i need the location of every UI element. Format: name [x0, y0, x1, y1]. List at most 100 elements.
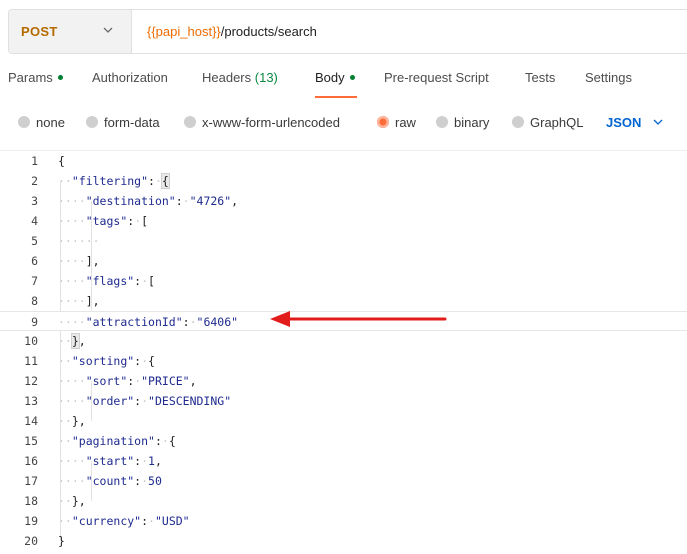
tab-authorization-label: Authorization — [92, 70, 168, 85]
line-number: 12 — [24, 374, 38, 388]
chevron-down-icon — [103, 27, 113, 33]
tab-pre-request-script[interactable]: Pre-request Script — [384, 70, 489, 100]
tab-headers-count: (13) — [254, 70, 278, 85]
method-selector[interactable]: POST — [9, 10, 132, 53]
code-text: ····"destination":·"4726", — [58, 194, 239, 208]
code-line: 10 ··}, — [0, 331, 687, 351]
line-number: 19 — [24, 514, 38, 528]
tab-params-label: Params — [8, 70, 53, 85]
radio-form-data[interactable]: form-data — [86, 112, 160, 132]
code-line: 14 ··}, — [0, 411, 687, 431]
tab-params[interactable]: Params — [8, 70, 63, 100]
code-line: 5 ······ — [0, 231, 687, 251]
radio-binary[interactable]: binary — [436, 112, 489, 132]
radio-circle-selected — [377, 116, 389, 128]
tab-pre-request-script-label: Pre-request Script — [384, 70, 489, 85]
request-url-bar: POST {{papi_host}}/products/search — [8, 9, 687, 54]
line-number: 8 — [31, 294, 38, 308]
radio-raw[interactable]: raw — [377, 112, 416, 132]
line-number: 16 — [24, 454, 38, 468]
line-number: 6 — [31, 254, 38, 268]
chevron-down-icon — [653, 119, 663, 125]
code-text: ··"pagination":·{ — [58, 434, 176, 448]
line-number: 5 — [31, 234, 38, 248]
tab-tests[interactable]: Tests — [525, 70, 555, 100]
code-line: 6 ····], — [0, 251, 687, 271]
code-line: 13 ····"order":·"DESCENDING" — [0, 391, 687, 411]
radio-circle — [436, 116, 448, 128]
line-number: 15 — [24, 434, 38, 448]
code-text: ····"sort":·"PRICE", — [58, 374, 197, 388]
code-line: 2 ··"filtering":·{ — [0, 171, 687, 191]
url-host-variable: {{papi_host}} — [147, 24, 221, 39]
line-number: 18 — [24, 494, 38, 508]
radio-x-www-form-urlencoded[interactable]: x-www-form-urlencoded — [184, 112, 340, 132]
code-line: 17 ····"count":·50 — [0, 471, 687, 491]
line-number: 10 — [24, 334, 38, 348]
code-text: ··"currency":·"USD" — [58, 514, 190, 528]
tab-headers-label: Headers — [202, 70, 252, 85]
line-number: 11 — [24, 354, 38, 368]
radio-circle — [512, 116, 524, 128]
radio-circle — [184, 116, 196, 128]
code-editor[interactable]: 1{ 2 ··"filtering":·{ 3 ····"destination":… — [0, 151, 687, 554]
line-number: 20 — [24, 534, 38, 548]
body-type-options: none form-data x-www-form-urlencoded raw… — [0, 112, 687, 132]
url-input[interactable]: {{papi_host}}/products/search — [147, 24, 317, 39]
radio-graphql[interactable]: GraphQL — [512, 112, 583, 132]
code-line: 11 ··"sorting":·{ — [0, 351, 687, 371]
line-number: 2 — [31, 174, 38, 188]
code-text: ····"order":·"DESCENDING" — [58, 394, 232, 408]
radio-form-data-label: form-data — [104, 114, 160, 130]
code-line: 7 ····"flags":·[ — [0, 271, 687, 291]
code-text: ··}, — [58, 414, 86, 428]
params-indicator-dot — [57, 75, 63, 80]
radio-none-label: none — [36, 114, 65, 130]
code-text: ··}, — [58, 494, 86, 508]
radio-raw-label: raw — [395, 114, 416, 130]
url-path: /products/search — [220, 24, 317, 39]
tab-body-label: Body — [315, 70, 345, 85]
code-text: ··"filtering":·{ — [58, 173, 170, 189]
code-line: 18 ··}, — [0, 491, 687, 511]
radio-circle — [86, 116, 98, 128]
radio-circle — [18, 116, 30, 128]
code-text: ····"count":·50 — [58, 474, 162, 488]
line-number: 7 — [31, 274, 38, 288]
tab-headers[interactable]: Headers (13) — [202, 70, 278, 100]
line-number: 13 — [24, 394, 38, 408]
line-number: 17 — [24, 474, 38, 488]
body-indicator-dot — [349, 75, 355, 80]
code-text: ······ — [58, 234, 100, 248]
code-line: 12 ····"sort":·"PRICE", — [0, 371, 687, 391]
code-text: { — [58, 154, 65, 168]
line-number: 1 — [31, 154, 38, 168]
code-line: 16 ····"start":·1, — [0, 451, 687, 471]
annotation-arrow-icon — [270, 311, 447, 327]
code-text: ····], — [58, 254, 100, 268]
tab-settings[interactable]: Settings — [585, 70, 632, 100]
code-text: ····"tags":·[ — [58, 214, 149, 228]
code-text: ····"flags":·[ — [58, 274, 155, 288]
tab-tests-label: Tests — [525, 70, 556, 85]
code-line: 4 ····"tags":·[ — [0, 211, 687, 231]
code-line: 15 ··"pagination":·{ — [0, 431, 687, 451]
code-line: 3 ····"destination":·"4726", — [0, 191, 687, 211]
body-format-label: JSON — [606, 114, 642, 130]
active-tab-indicator — [315, 96, 357, 98]
body-format-dropdown[interactable]: JSON — [606, 112, 663, 132]
radio-x-www-form-urlencoded-label: x-www-form-urlencoded — [202, 114, 340, 130]
line-number: 3 — [31, 194, 38, 208]
code-text: } — [58, 534, 65, 548]
tab-settings-label: Settings — [585, 70, 632, 85]
code-line: 20} — [0, 531, 687, 551]
code-line: 19 ··"currency":·"USD" — [0, 511, 687, 531]
code-line: 1{ — [0, 151, 687, 171]
code-text: ····"attractionId":·"6406" — [58, 315, 239, 329]
tab-authorization[interactable]: Authorization — [92, 70, 168, 100]
line-number: 9 — [31, 315, 38, 329]
radio-none[interactable]: none — [18, 112, 65, 132]
code-text: ····"start":·1, — [58, 454, 162, 468]
method-label: POST — [21, 24, 58, 39]
code-text: ····], — [58, 294, 100, 308]
